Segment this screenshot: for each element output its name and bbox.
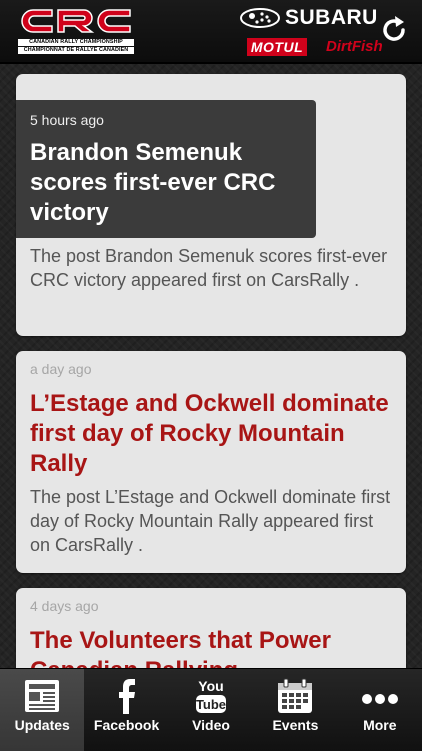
subaru-star-emblem-icon xyxy=(240,8,280,28)
post-excerpt: The post L’Estage and Ockwell dominate f… xyxy=(30,487,391,555)
youtube-icon-text-bottom: Tube xyxy=(196,697,226,712)
crc-logo-line2: CHAMPIONNAT DE RALLYE CANADIEN xyxy=(18,47,134,54)
app-header: CANADIAN RALLY CHAMPIONSHIP CHAMPIONNAT … xyxy=(0,0,422,64)
news-card[interactable]: 4 days ago The Volunteers that Power Can… xyxy=(16,588,406,668)
calendar-icon xyxy=(278,678,313,713)
news-feed[interactable]: 5 hours ago Brandon Semenuk scores first… xyxy=(0,62,422,668)
post-time: 5 hours ago xyxy=(30,112,104,128)
tab-label: Events xyxy=(272,717,319,733)
refresh-icon[interactable] xyxy=(378,14,410,46)
subaru-wordmark: SUBARU xyxy=(285,6,378,29)
post-title[interactable]: Brandon Semenuk scores first-ever CRC vi… xyxy=(30,138,310,228)
post-title[interactable]: The Volunteers that Power Canadian Rally… xyxy=(30,626,394,668)
dirtfish-sponsor-logo: DirtFish xyxy=(326,38,383,55)
post-time: a day ago xyxy=(30,361,92,377)
news-card[interactable]: 5 hours ago Brandon Semenuk scores first… xyxy=(16,74,406,336)
tab-facebook[interactable]: Facebook xyxy=(84,669,168,751)
crc-letters-logo xyxy=(21,9,131,33)
news-card[interactable]: a day ago L’Estage and Ockwell dominate … xyxy=(16,351,406,573)
post-time: 4 days ago xyxy=(30,598,99,614)
youtube-icon: You Tube xyxy=(196,678,226,713)
tab-label: More xyxy=(363,717,397,733)
youtube-icon-text-top: You xyxy=(198,678,223,694)
post-title[interactable]: L’Estage and Ockwell dominate first day … xyxy=(30,389,394,479)
tab-label: Video xyxy=(192,717,230,733)
featured-title-box: 5 hours ago Brandon Semenuk scores first… xyxy=(16,100,316,238)
more-dots-icon xyxy=(361,694,398,704)
facebook-icon xyxy=(118,679,135,714)
motul-sponsor-logo: MOTUL xyxy=(247,38,307,56)
bottom-tab-bar: Updates Facebook You Tube Video Events M… xyxy=(0,668,422,751)
tab-updates[interactable]: Updates xyxy=(0,669,85,751)
tab-more[interactable]: More xyxy=(338,669,422,751)
tab-label: Updates xyxy=(14,717,70,733)
newspaper-icon xyxy=(25,680,60,712)
tab-events[interactable]: Events xyxy=(253,669,337,751)
crc-logo-line1: CANADIAN RALLY CHAMPIONSHIP xyxy=(18,39,134,46)
tab-label: Facebook xyxy=(93,717,160,733)
post-excerpt: The post Brandon Semenuk scores first-ev… xyxy=(30,246,388,290)
crc-logo: CANADIAN RALLY CHAMPIONSHIP CHAMPIONNAT … xyxy=(18,6,134,56)
tab-video[interactable]: You Tube Video xyxy=(169,669,253,751)
